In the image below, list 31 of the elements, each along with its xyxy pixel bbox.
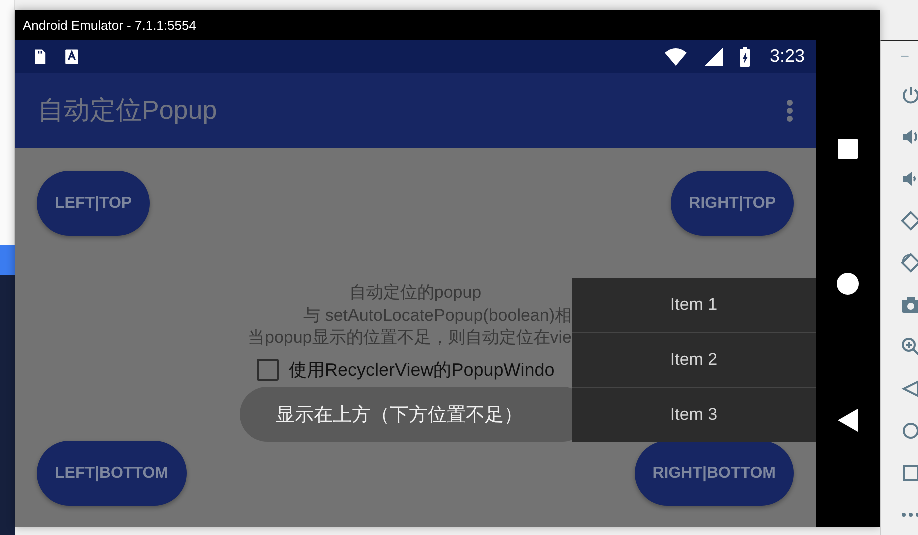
wifi-icon [664,46,688,66]
home-icon [837,273,859,295]
overflow-menu-icon[interactable] [786,100,794,122]
power-icon[interactable] [901,85,918,105]
keyboard-a-icon [64,48,80,66]
rotate-icon[interactable] [901,253,918,273]
window-title: Android Emulator - 7.1.1:5554 [15,10,880,40]
back-icon[interactable] [901,379,918,399]
app-title: 自动定位Popup [38,94,218,127]
overview-icon[interactable] [901,463,918,483]
minimize-button[interactable]: – [901,47,918,63]
zoom-icon[interactable] [901,337,918,357]
status-time: 3:23 [770,46,805,67]
position-button[interactable]: LEFT|TOP [37,171,150,236]
volume-down-icon[interactable] [901,169,918,189]
signal-icon [704,46,724,66]
description-text: 当popup显示的位置不足，则自动定位在vie [246,327,573,349]
description-text: 自动定位的popup [349,282,482,304]
description-text: 与 setAutoLocatePopup(boolean)相 [302,304,573,326]
position-button[interactable]: RIGHT|BOTTOM [634,441,794,506]
overview-icon [838,139,858,159]
position-button[interactable]: LEFT|BOTTOM [37,441,186,506]
back-icon [838,409,858,432]
volume-up-icon[interactable] [901,127,918,147]
checkbox[interactable] [257,358,279,381]
position-button[interactable]: RIGHT|TOP [671,171,794,236]
battery-icon [740,46,750,66]
home-icon[interactable] [901,421,918,441]
rotate-icon[interactable] [901,211,918,231]
checkbox-label: 使用RecyclerView的PopupWindo [289,358,555,381]
camera-icon[interactable] [901,295,918,315]
